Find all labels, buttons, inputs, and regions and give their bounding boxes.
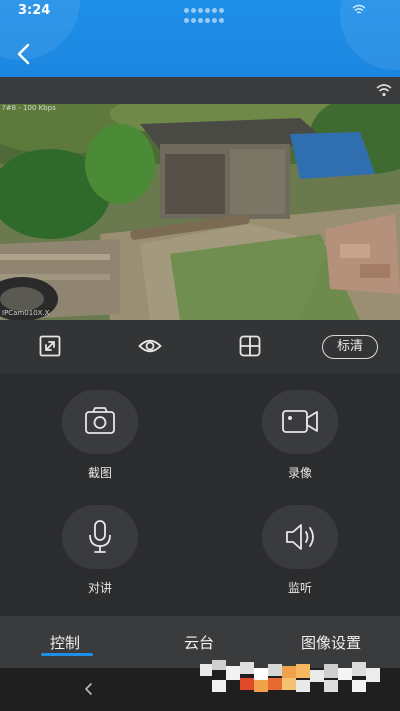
back-button[interactable] (10, 40, 38, 68)
video-bitrate-overlay: ?#8 - 100 Kbps (2, 104, 56, 112)
multi-view-grid-icon[interactable] (238, 334, 262, 358)
eye-icon[interactable] (138, 334, 162, 358)
tab-image-settings[interactable]: 图像设置 (301, 632, 361, 653)
record-label: 录像 (287, 466, 312, 480)
microphone-icon (89, 520, 111, 553)
app-root: 3:24 ?#8 - 100 Kbps IPCam010X.X 标清 截图 录像… (0, 0, 400, 711)
camera-id-overlay: IPCam010X.X (2, 309, 50, 317)
video-camera-icon (282, 410, 318, 433)
active-tab-indicator (41, 653, 93, 656)
screenshot-label: 截图 (87, 466, 112, 480)
nav-back-icon[interactable] (82, 682, 96, 696)
video-quality-button[interactable]: 标清 (322, 335, 378, 359)
camera-video-feed[interactable]: ?#8 - 100 Kbps IPCam010X.X (0, 104, 400, 320)
camera-scene-image (0, 104, 400, 320)
status-time: 3:24 (18, 3, 51, 18)
status-notification-icon (184, 8, 224, 26)
speaker-icon (286, 524, 314, 550)
tab-ptz[interactable]: 云台 (184, 632, 214, 653)
header-decoration (340, 0, 400, 70)
signal-wifi-icon (376, 84, 392, 97)
record-button[interactable] (262, 390, 338, 454)
listen-label: 监听 (287, 581, 312, 595)
screenshot-button[interactable] (62, 390, 138, 454)
talk-button[interactable] (62, 505, 138, 569)
header: 3:24 (0, 0, 400, 77)
listen-button[interactable] (262, 505, 338, 569)
talk-label: 对讲 (87, 581, 112, 595)
video-status-bar (0, 77, 400, 104)
wifi-icon (352, 4, 366, 14)
tab-control[interactable]: 控制 (50, 632, 80, 653)
camera-icon (85, 407, 115, 434)
controls-panel: 截图 录像 对讲 监听 (0, 373, 400, 616)
obscured-region (200, 660, 380, 692)
fullscreen-icon[interactable] (38, 334, 62, 358)
